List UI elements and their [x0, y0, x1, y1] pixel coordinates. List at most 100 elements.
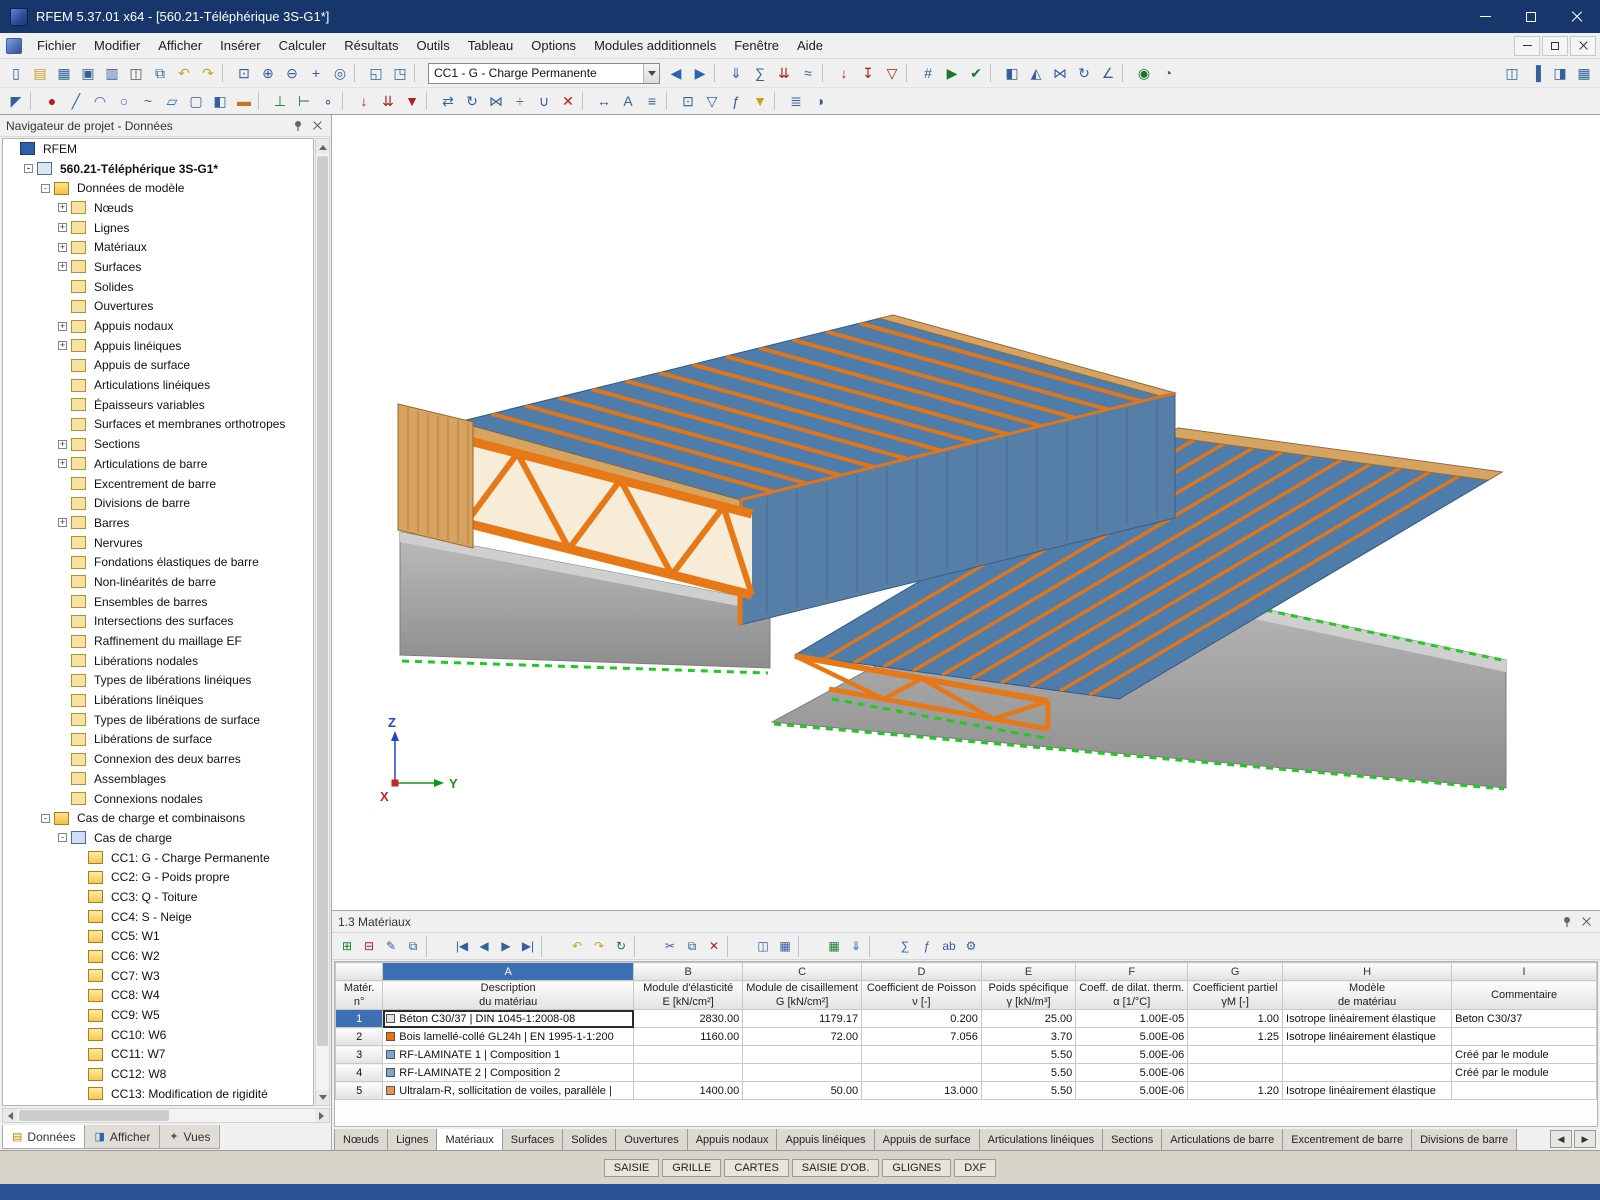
table-tab[interactable]: Surfaces — [502, 1129, 563, 1151]
value-cell[interactable]: 7.056 — [862, 1028, 982, 1046]
table-tab[interactable]: Appuis linéiques — [776, 1129, 874, 1151]
copy-icon[interactable]: ⧉ — [148, 62, 172, 85]
table-redo-icon[interactable]: ↷ — [588, 936, 610, 957]
tree-expander[interactable]: + — [58, 262, 67, 271]
tree-expander[interactable]: + — [58, 341, 67, 350]
tree-item[interactable]: + Sections — [3, 434, 313, 454]
comment-cell[interactable]: Créé par le module — [1452, 1046, 1597, 1064]
material-description-cell[interactable]: Ultralam-R, sollicitation de voiles, par… — [383, 1082, 634, 1100]
table-tab[interactable]: Nœuds — [334, 1129, 388, 1151]
tree-item[interactable]: CC9: W5 — [3, 1005, 313, 1025]
column-letter[interactable] — [336, 963, 383, 981]
table-tab[interactable]: Ouvertures — [615, 1129, 687, 1151]
value-cell[interactable]: 5.50 — [981, 1064, 1075, 1082]
tree-item[interactable]: Libérations nodales — [3, 651, 313, 671]
value-cell[interactable]: 1.25 — [1188, 1028, 1283, 1046]
value-cell[interactable]: 72.00 — [743, 1028, 862, 1046]
generate-mesh-icon[interactable]: # — [916, 62, 940, 85]
value-cell[interactable] — [862, 1046, 982, 1064]
scroll-left-button[interactable] — [3, 1109, 17, 1122]
tree-item[interactable]: Assemblages — [3, 769, 313, 789]
table-row[interactable]: 2Bois lamellé-collé GL24h | EN 1995-1-1:… — [336, 1028, 1597, 1046]
tree-item[interactable]: + Nœuds — [3, 198, 313, 218]
tree-item[interactable]: Non-linéarités de barre — [3, 572, 313, 592]
next-table-tab-button[interactable]: ▶ — [1574, 1130, 1596, 1148]
menu-item[interactable]: Fenêtre — [725, 33, 788, 58]
member-hinge-icon[interactable]: ∘ — [316, 90, 340, 113]
tree-item[interactable]: CC4: S - Neige — [3, 907, 313, 927]
tree-item[interactable]: - Cas de charge — [3, 828, 313, 848]
visibility-icon[interactable]: ◉ — [1132, 62, 1156, 85]
table-tab[interactable]: Sections — [1102, 1129, 1162, 1151]
tree-item[interactable]: Articulations linéiques — [3, 375, 313, 395]
table-tab[interactable]: Excentrement de barre — [1282, 1129, 1412, 1151]
tree-item[interactable]: CC8: W4 — [3, 986, 313, 1006]
table-prev-icon[interactable]: ◀ — [473, 936, 495, 957]
tree-item[interactable]: Types de libérations linéiques — [3, 671, 313, 691]
minimize-button[interactable] — [1462, 0, 1508, 33]
tree-item[interactable]: Connexions nodales — [3, 789, 313, 809]
tree-item[interactable]: Ouvertures — [3, 297, 313, 317]
pin-panel-button[interactable] — [1559, 914, 1575, 930]
menu-item[interactable]: Modules additionnels — [585, 33, 725, 58]
scroll-up-button[interactable] — [316, 139, 329, 154]
menu-item[interactable]: Afficher — [149, 33, 211, 58]
tree-item[interactable]: CC10: W6 — [3, 1025, 313, 1045]
tree-item[interactable]: + Appuis linéiques — [3, 336, 313, 356]
table-tab[interactable]: Matériaux — [436, 1129, 502, 1151]
column-letter[interactable]: G — [1188, 963, 1283, 981]
tree-item[interactable]: CC1: G - Charge Permanente — [3, 848, 313, 868]
tree-item[interactable]: CC13: Modification de rigidité — [3, 1084, 313, 1104]
print-graphic-icon[interactable]: ◫ — [1500, 62, 1524, 85]
new-member-icon[interactable]: ▬ — [232, 90, 256, 113]
table-row[interactable]: 5Ultralam-R, sollicitation de voiles, pa… — [336, 1082, 1597, 1100]
tree-expander[interactable]: + — [58, 459, 67, 468]
mdi-close-button[interactable] — [1570, 36, 1596, 56]
value-cell[interactable] — [743, 1064, 862, 1082]
status-toggle[interactable]: GLIGNES — [882, 1159, 951, 1177]
tree-item[interactable]: Divisions de barre — [3, 493, 313, 513]
mdi-minimize-button[interactable] — [1514, 36, 1540, 56]
divide-icon[interactable]: ÷ — [508, 90, 532, 113]
close-button[interactable] — [1554, 0, 1600, 33]
scroll-right-button[interactable] — [315, 1109, 329, 1122]
3d-viewport[interactable]: Z Y X — [332, 115, 1600, 910]
tree-item[interactable]: Ensembles de barres — [3, 592, 313, 612]
next-load-case-icon[interactable]: ▶ — [688, 62, 712, 85]
surface-load-icon[interactable]: ▽ — [880, 62, 904, 85]
redo-icon[interactable]: ↷ — [196, 62, 220, 85]
show-all-icon[interactable]: ◎ — [328, 62, 352, 85]
comment-cell[interactable] — [1452, 1082, 1597, 1100]
tree-expander[interactable]: - — [41, 184, 50, 193]
column-letter[interactable]: D — [862, 963, 982, 981]
nodal-load-icon[interactable]: ↓ — [832, 62, 856, 85]
value-cell[interactable]: 1.00E-05 — [1076, 1010, 1188, 1028]
materials-table[interactable]: ABCDEFGHIMatér.n°Descriptiondu matériauM… — [335, 962, 1597, 1100]
material-description-cell[interactable]: Bois lamellé-collé GL24h | EN 1995-1-1:2… — [383, 1028, 634, 1046]
load-case-selector[interactable]: CC1 - G - Charge Permanente — [428, 63, 660, 84]
value-cell[interactable] — [743, 1046, 862, 1064]
new-circle-icon[interactable]: ○ — [112, 90, 136, 113]
project-manager-icon[interactable]: ▦ — [52, 62, 76, 85]
table-clear-icon[interactable]: ✕ — [703, 936, 725, 957]
table-grid-icon[interactable]: ▦ — [774, 936, 796, 957]
table-tab[interactable]: Solides — [562, 1129, 616, 1151]
material-model-cell[interactable]: Isotrope linéairement élastique — [1283, 1028, 1452, 1046]
tree-item[interactable]: Raffinement du maillage EF — [3, 631, 313, 651]
nodal-support-icon[interactable]: ⊥ — [268, 90, 292, 113]
table-tab[interactable]: Appuis de surface — [874, 1129, 980, 1151]
status-toggle[interactable]: SAISIE — [604, 1159, 659, 1177]
value-cell[interactable]: 1160.00 — [634, 1028, 743, 1046]
value-cell[interactable]: 2830.00 — [634, 1010, 743, 1028]
table-tab[interactable]: Articulations de barre — [1161, 1129, 1283, 1151]
load-cases-icon[interactable]: ⇓ — [724, 62, 748, 85]
new-opening-icon[interactable]: ▢ — [184, 90, 208, 113]
table-tab[interactable]: Articulations linéiques — [979, 1129, 1103, 1151]
show-loads-icon[interactable]: ⇊ — [772, 62, 796, 85]
tables-toggle-icon[interactable]: ▦ — [1572, 62, 1596, 85]
undo-icon[interactable]: ↶ — [172, 62, 196, 85]
tree-item[interactable]: Nervures — [3, 533, 313, 553]
tree-item[interactable]: Solides — [3, 277, 313, 297]
table-tab[interactable]: Appuis nodaux — [687, 1129, 778, 1151]
value-cell[interactable]: 50.00 — [743, 1082, 862, 1100]
